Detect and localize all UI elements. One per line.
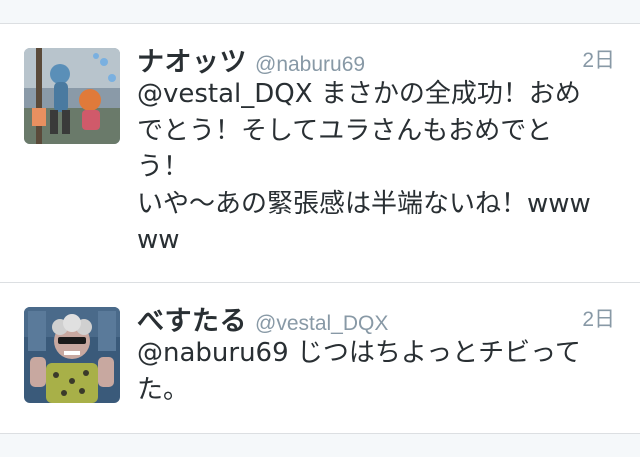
timeline-bottom-spacer: [0, 434, 640, 457]
tweet-header: べすたる @vestal_DQX: [137, 299, 617, 337]
username-handle[interactable]: @naburu69: [255, 53, 365, 76]
tweet-item[interactable]: べすたる @vestal_DQX 2日 @naburu69 じつはちよっとチビって…: [0, 283, 640, 434]
avatar-naburu69[interactable]: [24, 48, 120, 144]
tweet-header: ナオッツ @naburu69: [137, 40, 617, 78]
tweet-text: @vestal_DQX まさかの全成功！おめでとう！そしてユラさんもおめでとう！…: [137, 79, 591, 255]
timeline-top-spacer: [0, 0, 640, 24]
username-handle[interactable]: @vestal_DQX: [255, 312, 388, 335]
user-avatar-icon: [24, 307, 120, 403]
avatar-vestal-dqx[interactable]: [24, 307, 120, 403]
tweet-timestamp[interactable]: 2日: [582, 303, 615, 333]
user-avatar-icon: [24, 48, 120, 144]
tweet-item[interactable]: ナオッツ @naburu69 2日 @vestal_DQX まさかの全成功！おめで…: [0, 24, 640, 283]
display-name[interactable]: ナオッツ: [137, 47, 247, 78]
display-name[interactable]: べすたる: [137, 306, 247, 337]
tweet-text: @naburu69 じつはちよっとチビってた。: [137, 338, 581, 405]
tweet-timestamp[interactable]: 2日: [582, 44, 615, 74]
